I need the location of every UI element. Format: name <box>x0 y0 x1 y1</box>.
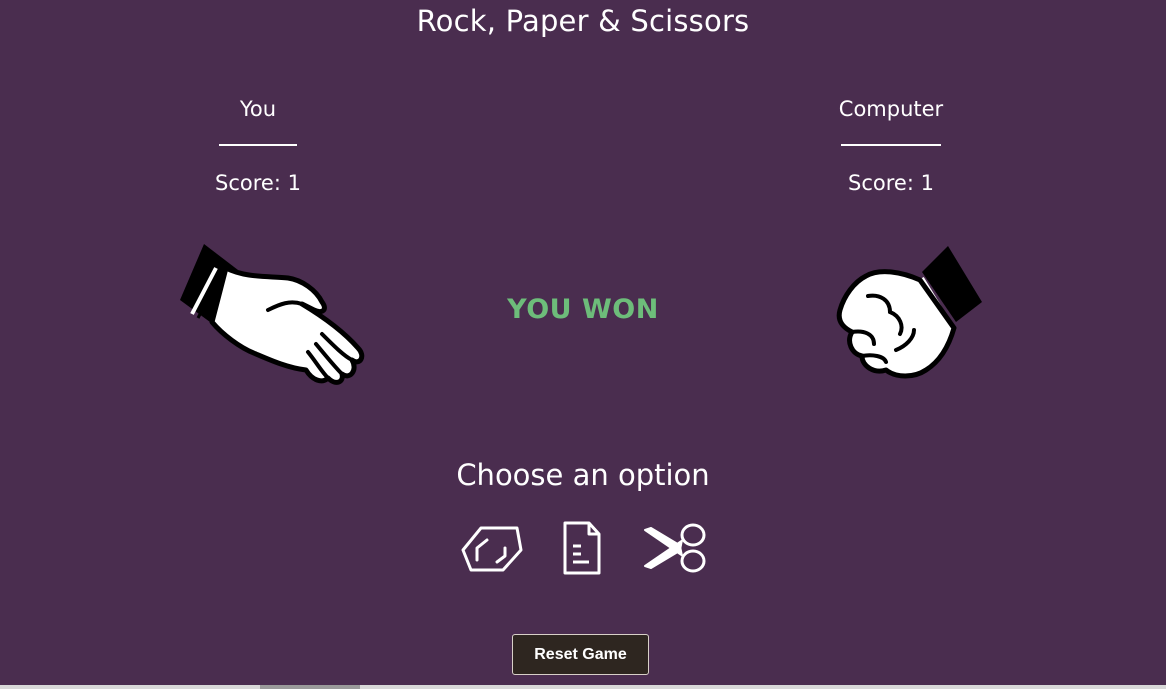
page-title: Rock, Paper & Scissors <box>416 4 750 38</box>
computer-score: Score: 1 <box>848 171 934 195</box>
computer-name: Computer <box>838 97 944 121</box>
paper-option-button[interactable] <box>559 520 605 576</box>
rock-option-button[interactable] <box>459 520 523 576</box>
scissors-option-button[interactable] <box>641 520 707 576</box>
player-panel-you: You Score: 1 <box>158 94 358 198</box>
paper-icon <box>563 521 601 575</box>
player-score: Score: 1 <box>215 171 301 195</box>
options-row <box>0 520 1166 576</box>
player-panel-computer: Computer Score: 1 <box>791 94 991 198</box>
scissors-icon <box>644 523 706 573</box>
rock-hand-icon <box>830 238 990 383</box>
reset-game-button[interactable]: Reset Game <box>512 634 649 675</box>
rock-icon <box>461 526 523 572</box>
divider <box>219 144 297 146</box>
scrollbar-thumb[interactable] <box>260 685 360 689</box>
player-name: You <box>239 97 277 121</box>
divider <box>841 144 941 146</box>
result-text: YOU WON <box>507 294 659 325</box>
horizontal-scrollbar[interactable] <box>0 685 1166 689</box>
choose-option-label: Choose an option <box>456 458 710 492</box>
